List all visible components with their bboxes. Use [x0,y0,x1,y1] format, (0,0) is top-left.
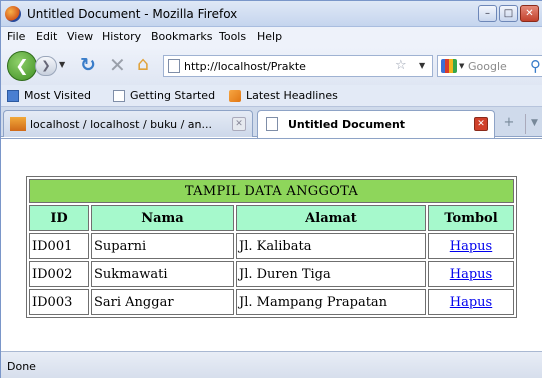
window-controls: – □ ✕ [478,5,539,22]
column-header-tombol: Tombol [428,205,514,231]
back-button[interactable]: ❮ [7,51,37,81]
tab-close-icon[interactable]: ✕ [474,117,488,131]
cell-nama: Sari Anggar [91,289,234,315]
phpmyadmin-icon [10,117,26,131]
cell-id: ID003 [29,289,89,315]
menu-tools[interactable]: Tools [219,30,246,43]
tab-close-icon[interactable]: ✕ [232,117,246,131]
menu-file[interactable]: File [7,30,25,43]
cell-tombol: Hapus [428,289,514,315]
table-title-row: TAMPIL DATA ANGGOTA [29,179,514,203]
bookmark-most-visited[interactable]: Most Visited [7,89,91,102]
title-bar: Untitled Document - Mozilla Firefox – □ … [1,1,542,27]
cell-nama: Suparni [91,233,234,259]
new-tab-icon[interactable]: + [499,114,519,134]
most-visited-icon [7,89,19,102]
tab-list-icon[interactable]: ▼ [525,114,542,134]
cell-id: ID002 [29,261,89,287]
cell-nama: Sukmawati [91,261,234,287]
navigation-toolbar: ❮ ❯ ▼ ↻ ✕ ⌂ http://localhost/Prakte ☆ ▼ … [1,47,542,85]
menu-edit[interactable]: Edit [36,30,57,43]
cell-id: ID001 [29,233,89,259]
url-bar[interactable]: http://localhost/Prakte [163,55,433,77]
table-header-row: ID Nama Alamat Tombol [29,205,514,231]
bookmark-label: Latest Headlines [246,89,338,102]
tab-untitled-document[interactable]: Untitled Document ✕ [257,110,495,138]
bookmark-latest-headlines[interactable]: Latest Headlines [229,89,338,102]
search-box[interactable]: ▼ Google ⚲ [437,55,542,77]
bookmark-star-icon[interactable]: ☆ [395,58,407,73]
cell-alamat: Jl. Kalibata [236,233,426,259]
cell-tombol: Hapus [428,261,514,287]
hapus-link[interactable]: Hapus [450,295,492,310]
table-row: ID001 Suparni Jl. Kalibata Hapus [29,233,514,259]
google-icon[interactable] [441,59,457,73]
rss-icon [229,89,241,102]
browser-window: Untitled Document - Mozilla Firefox – □ … [0,0,542,378]
history-dropdown-icon[interactable]: ▼ [59,60,65,69]
search-icon[interactable]: ⚲ [530,57,541,75]
column-header-id: ID [29,205,89,231]
column-header-nama: Nama [91,205,234,231]
bookmarks-bar: Most Visited Getting Started Latest Head… [1,85,542,107]
page-icon [113,89,125,102]
hapus-link[interactable]: Hapus [450,239,492,254]
menu-bookmarks[interactable]: Bookmarks [151,30,212,43]
bookmark-label: Most Visited [24,89,91,102]
maximize-button[interactable]: □ [499,5,518,22]
cell-alamat: Jl. Mampang Prapatan [236,289,426,315]
tab-label: Untitled Document [288,118,406,131]
table-row: ID002 Sukmawati Jl. Duren Tiga Hapus [29,261,514,287]
column-header-alamat: Alamat [236,205,426,231]
members-table: TAMPIL DATA ANGGOTA ID Nama Alamat Tombo… [26,176,517,318]
url-text: http://localhost/Prakte [184,60,306,73]
tab-label: localhost / localhost / buku / an... [30,118,213,131]
search-placeholder: Google [468,60,507,73]
firefox-logo-icon [5,6,21,22]
stop-icon[interactable]: ✕ [109,54,126,76]
cell-alamat: Jl. Duren Tiga [236,261,426,287]
search-engine-dropdown-icon[interactable]: ▼ [459,62,464,70]
table-row: ID003 Sari Anggar Jl. Mampang Prapatan H… [29,289,514,315]
cell-tombol: Hapus [428,233,514,259]
forward-button[interactable]: ❯ [35,56,57,76]
menu-view[interactable]: View [67,30,93,43]
status-bar: Done [1,351,542,378]
tab-phpmyadmin[interactable]: localhost / localhost / buku / an... ✕ [3,110,253,137]
hapus-link[interactable]: Hapus [450,267,492,282]
table-title: TAMPIL DATA ANGGOTA [29,179,514,203]
tab-bar: localhost / localhost / buku / an... ✕ U… [1,107,542,138]
bookmark-label: Getting Started [130,89,216,102]
close-button[interactable]: ✕ [520,5,539,22]
bookmark-getting-started[interactable]: Getting Started [113,89,215,102]
page-icon [168,59,180,73]
reload-icon[interactable]: ↻ [80,55,96,75]
menu-help[interactable]: Help [257,30,282,43]
status-text: Done [7,360,36,373]
url-dropdown-icon[interactable]: ▼ [419,61,425,70]
home-icon[interactable]: ⌂ [137,53,149,75]
menu-bar: File Edit View History Bookmarks Tools H… [1,27,542,47]
window-title: Untitled Document - Mozilla Firefox [27,7,238,21]
minimize-button[interactable]: – [478,5,497,22]
menu-history[interactable]: History [102,30,141,43]
page-icon [266,117,278,131]
page-content: TAMPIL DATA ANGGOTA ID Nama Alamat Tombo… [1,138,542,351]
